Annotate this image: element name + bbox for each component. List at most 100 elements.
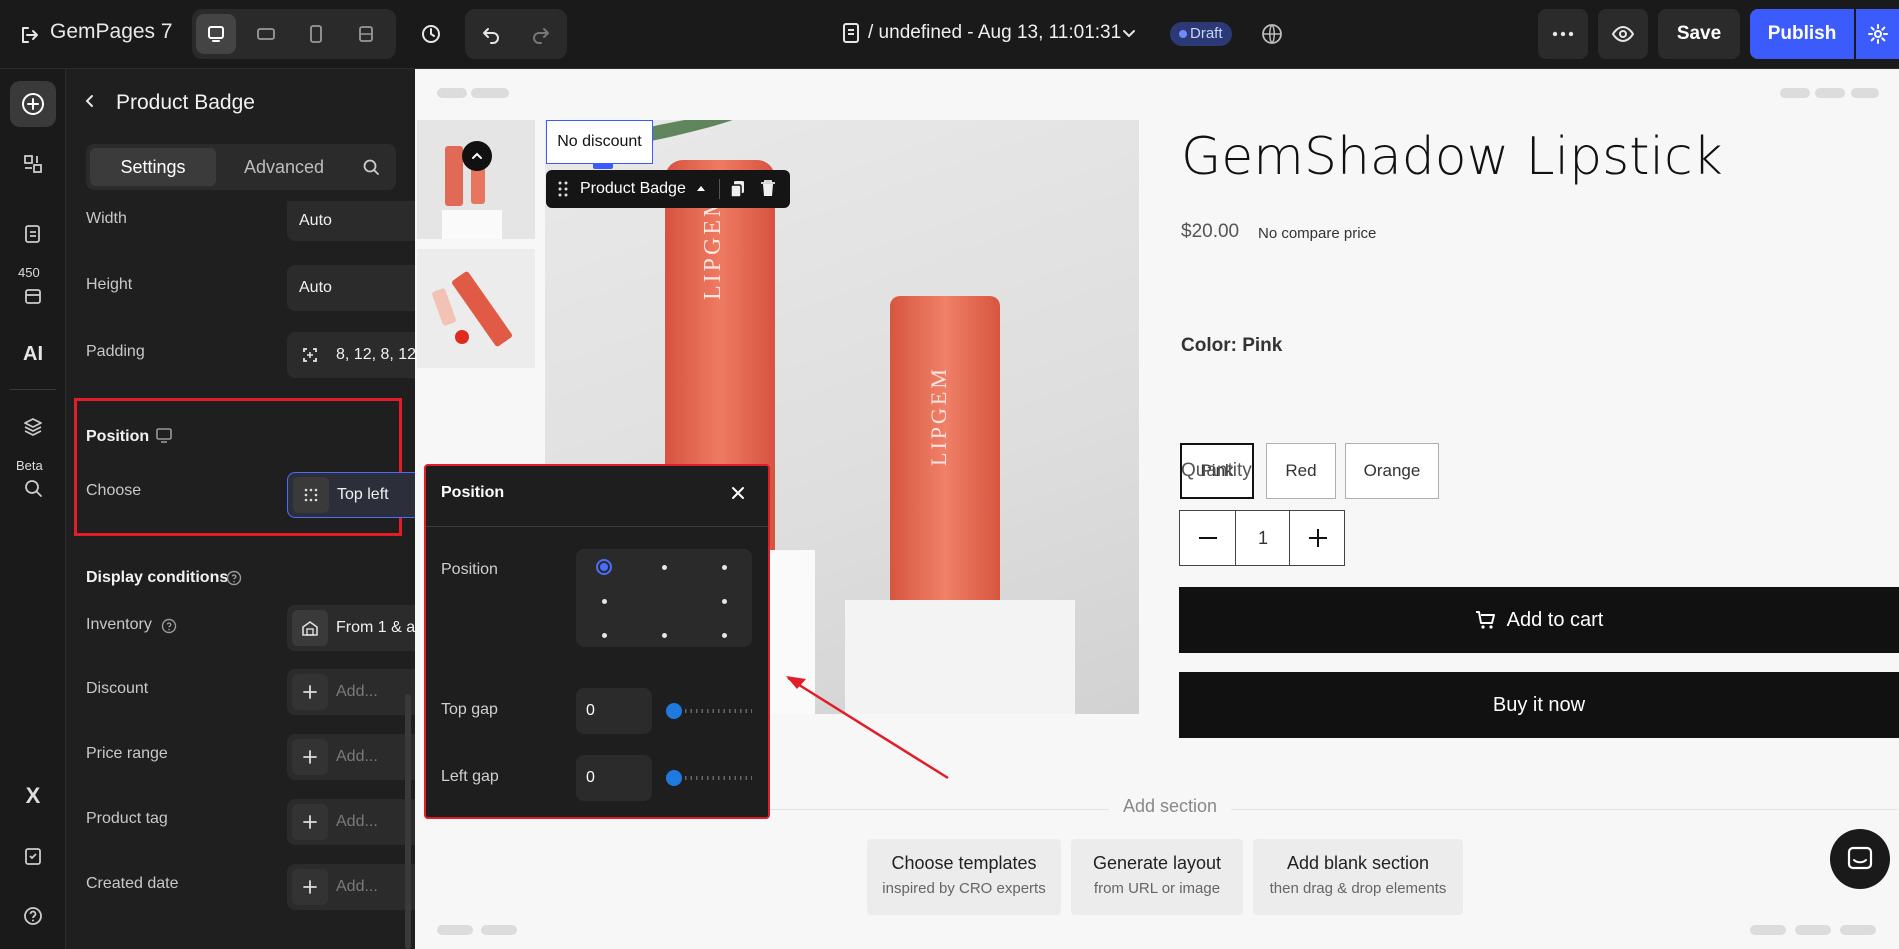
desktop-icon[interactable] xyxy=(196,14,236,54)
add-to-cart-button[interactable]: Add to cart xyxy=(1179,587,1899,653)
library-icon[interactable] xyxy=(10,273,56,319)
duplicate-icon[interactable] xyxy=(730,180,746,198)
popover-divider xyxy=(426,526,768,527)
brand-logo[interactable]: GemPages 7 xyxy=(50,20,173,44)
mobile-icon[interactable] xyxy=(296,14,336,54)
x-icon[interactable]: X xyxy=(10,773,56,819)
position-top-right[interactable] xyxy=(722,565,727,570)
warehouse-icon xyxy=(292,610,328,646)
redo-icon[interactable] xyxy=(519,14,563,54)
left-gap-slider[interactable] xyxy=(664,768,754,788)
quantity-input[interactable]: 1 xyxy=(1237,511,1289,565)
buy-now-button[interactable]: Buy it now xyxy=(1179,672,1899,738)
more-icon[interactable] xyxy=(1538,9,1588,59)
quantity-label: Quantity xyxy=(1181,460,1252,481)
close-icon[interactable] xyxy=(731,486,745,500)
custom-device-icon[interactable] xyxy=(346,14,386,54)
height-label: Height xyxy=(86,276,133,293)
info-icon[interactable] xyxy=(226,570,242,586)
chat-launcher-icon[interactable] xyxy=(1830,829,1890,889)
left-gap-label: Left gap xyxy=(441,768,499,785)
position-top-left-selected[interactable] xyxy=(596,559,612,575)
globe-icon[interactable] xyxy=(1260,22,1284,46)
annotation-arrow xyxy=(786,676,949,780)
variant-red[interactable]: Red xyxy=(1266,443,1336,499)
tablet-landscape-icon[interactable] xyxy=(246,14,286,54)
product-thumbnail-1[interactable] xyxy=(417,120,535,239)
header-placeholder xyxy=(1851,88,1879,98)
page-title[interactable]: / undefined - Aug 13, 11:01:31 xyxy=(868,22,1121,44)
publish-settings-icon[interactable] xyxy=(1856,9,1899,59)
pages-icon[interactable] xyxy=(10,211,56,257)
back-arrow-icon[interactable] xyxy=(82,93,98,109)
plus-icon xyxy=(292,674,328,710)
caret-up-icon[interactable] xyxy=(696,184,706,192)
condition-value-created-date: Add... xyxy=(336,878,378,895)
chevron-down-icon[interactable] xyxy=(1120,24,1138,42)
position-middle-right[interactable] xyxy=(722,599,727,604)
plus-icon[interactable] xyxy=(1289,511,1345,565)
condition-value-product-tag: Add... xyxy=(336,813,378,830)
variant-orange[interactable]: Orange xyxy=(1345,443,1439,499)
choose-label: Choose xyxy=(86,482,142,499)
position-middle-left[interactable] xyxy=(602,599,607,604)
position-grid xyxy=(576,549,752,647)
footer-placeholder xyxy=(437,925,473,935)
left-gap-input[interactable]: 0 xyxy=(576,755,652,801)
position-grid-label: Position xyxy=(441,561,498,578)
analytics-icon[interactable] xyxy=(10,465,56,511)
publish-button[interactable]: Publish xyxy=(1750,9,1854,59)
thumb-scroll-up-icon[interactable] xyxy=(462,141,492,171)
thumb-wand xyxy=(431,287,457,327)
sections-icon[interactable] xyxy=(10,141,56,187)
generate-layout-card[interactable]: Generate layout from URL or image xyxy=(1071,839,1243,915)
top-gap-label: Top gap xyxy=(441,701,498,718)
save-button[interactable]: Save xyxy=(1658,9,1740,59)
header-placeholder xyxy=(437,88,467,98)
toolbar-label[interactable]: Product Badge xyxy=(580,180,686,198)
add-element-icon[interactable] xyxy=(10,81,56,127)
generate-layout-sub: from URL or image xyxy=(1093,880,1221,897)
panel-tabs: Settings Advanced xyxy=(86,144,396,190)
cart-icon xyxy=(1475,610,1497,630)
selected-dot xyxy=(600,563,608,571)
header-placeholder xyxy=(471,88,509,98)
badge-resize-handle[interactable] xyxy=(593,163,613,169)
checklist-icon[interactable] xyxy=(10,833,56,879)
tab-advanced[interactable]: Advanced xyxy=(224,148,344,186)
preview-eye-icon[interactable] xyxy=(1598,9,1648,59)
info-icon[interactable] xyxy=(161,618,177,634)
icon-rail: 450 AI Beta X xyxy=(0,69,66,949)
panel-scrollbar[interactable] xyxy=(405,694,411,949)
element-toolbar: Product Badge xyxy=(546,170,790,208)
minus-icon[interactable] xyxy=(1180,511,1236,565)
position-bottom-right[interactable] xyxy=(722,633,727,638)
history-icon[interactable] xyxy=(411,14,451,54)
add-blank-section-card[interactable]: Add blank section then drag & drop eleme… xyxy=(1253,839,1463,915)
top-gap-input[interactable]: 0 xyxy=(576,688,652,734)
condition-label-inventory: Inventory xyxy=(86,616,152,633)
position-top-center[interactable] xyxy=(662,565,667,570)
toolbar-divider xyxy=(719,179,720,199)
condition-label-price-range: Price range xyxy=(86,745,168,762)
help-icon[interactable] xyxy=(10,893,56,939)
add-section-label: Add section xyxy=(1109,796,1232,817)
trash-icon[interactable] xyxy=(760,179,776,197)
ai-icon[interactable]: AI xyxy=(10,331,56,377)
product-thumbnail-2[interactable] xyxy=(417,249,535,368)
undo-icon[interactable] xyxy=(469,14,513,54)
product-badge[interactable]: No discount xyxy=(546,120,653,164)
drag-handle-icon[interactable] xyxy=(558,181,568,197)
condition-label-created-date: Created date xyxy=(86,875,179,892)
position-bottom-left[interactable] xyxy=(602,633,607,638)
search-icon[interactable] xyxy=(362,158,380,176)
choose-templates-card[interactable]: Choose templates inspired by CRO experts xyxy=(867,839,1061,915)
position-bottom-center[interactable] xyxy=(662,633,667,638)
exit-icon[interactable] xyxy=(14,19,46,51)
tab-settings[interactable]: Settings xyxy=(90,148,216,186)
add-to-cart-label: Add to cart xyxy=(1506,608,1604,631)
status-badge: Draft xyxy=(1170,22,1232,46)
layers-icon[interactable] xyxy=(10,404,56,450)
generate-layout-title: Generate layout xyxy=(1092,853,1222,873)
top-gap-slider[interactable] xyxy=(664,701,754,721)
